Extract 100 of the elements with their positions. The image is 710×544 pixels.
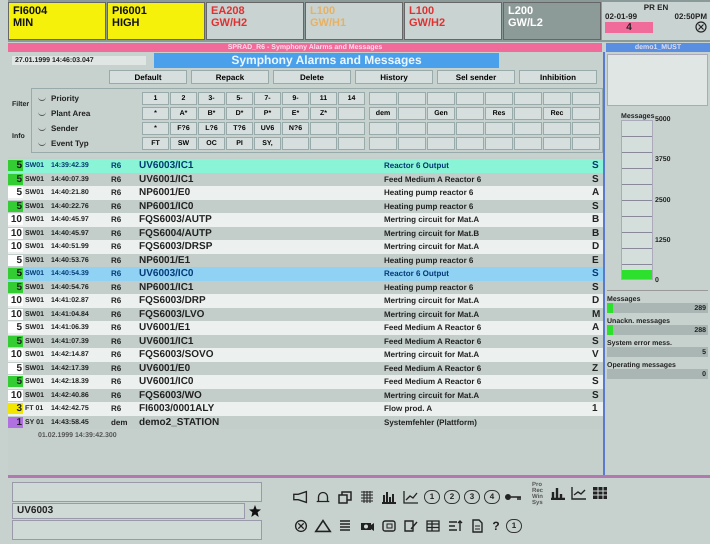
- table-cell-text: 1: [592, 403, 599, 414]
- area-cell-text: R6: [111, 377, 122, 386]
- toolbar-button[interactable]: History: [355, 70, 433, 84]
- tag-cell-text: FQS6003/WO: [139, 390, 203, 401]
- table-cell-text: S: [592, 160, 600, 172]
- area-cell-text: R6: [111, 404, 122, 414]
- table-cell-text: M: [592, 308, 602, 320]
- description-cell-text: Heating pump reactor 6: [384, 282, 474, 292]
- line-chart-icon[interactable]: [402, 490, 420, 504]
- filter-row-label: Event Typ: [51, 138, 90, 148]
- priority-cell: 5: [8, 362, 23, 374]
- tag-cell-text: FI6003/0001ALY: [139, 403, 216, 414]
- edit-icon[interactable]: [402, 518, 420, 532]
- area-cell-text: R6: [111, 256, 122, 265]
- tag-cell-text: UV6001/IC1: [139, 336, 194, 347]
- app-title: Symphony Alarms and Messages: [154, 52, 499, 68]
- description-cell-text: Mertring circuit for Mat.A: [384, 310, 480, 319]
- input-field[interactable]: [12, 520, 262, 540]
- table-cell-text: D: [592, 295, 600, 306]
- area-cell-text: R6: [111, 215, 122, 224]
- area-cell-text: R6: [111, 296, 122, 306]
- description-cell-text: Feed Medium A Reactor 6: [384, 323, 482, 332]
- description-cell-text: Heating pump reactor 6: [384, 256, 474, 265]
- toolbar-button[interactable]: Inhibition: [519, 70, 597, 84]
- star-icon[interactable]: [248, 504, 262, 518]
- description-cell-text: Mertring circuit for Mat.A: [384, 296, 480, 306]
- area-cell-text: R6: [111, 161, 122, 170]
- help-button[interactable]: ?: [490, 518, 502, 532]
- priority-cell: 10: [8, 241, 23, 252]
- table-cell-text: A: [592, 187, 600, 198]
- table-cell-text: S: [592, 376, 600, 388]
- priority-cell: 10: [8, 214, 23, 226]
- priority-cell: 5: [8, 376, 23, 388]
- table-cell-text: B: [592, 228, 600, 239]
- priority-cell: 10: [8, 390, 23, 401]
- horn-icon[interactable]: [292, 490, 310, 504]
- table-cell-text: S: [592, 174, 600, 185]
- priority-cell: 5: [8, 282, 23, 293]
- cancel-icon[interactable]: [292, 518, 310, 532]
- description-cell-text: Reactor 6 Output: [384, 269, 450, 278]
- description-cell-text: Reactor 6 Output: [384, 161, 450, 170]
- table-icon[interactable]: [424, 518, 442, 532]
- area-cell-text: R6: [111, 269, 122, 278]
- description-cell-text: Flow prod. A: [384, 404, 434, 414]
- input-field[interactable]: [12, 482, 262, 502]
- grid-icon[interactable]: [591, 486, 610, 500]
- sort-icon[interactable]: [446, 518, 464, 532]
- number-button[interactable]: 1: [506, 518, 522, 532]
- description-cell-text: Mertring circuit for Mat.A: [384, 390, 480, 400]
- command-field[interactable]: UV6003: [12, 503, 245, 519]
- grid-icon[interactable]: [358, 490, 376, 504]
- warning-triangle-icon[interactable]: [314, 518, 332, 532]
- cancel-icon[interactable]: [695, 21, 707, 33]
- priority-cell: 10: [8, 295, 23, 306]
- windows-icon[interactable]: [336, 490, 354, 504]
- table-cell-text: S: [592, 282, 600, 293]
- tag-cell-text: FQS6003/DRP: [139, 295, 207, 306]
- bar-chart-icon[interactable]: [380, 490, 398, 504]
- language-label: PR EN: [644, 3, 668, 12]
- alarm-tile[interactable]: PI6001 HIGH: [107, 2, 205, 40]
- filter-row-label: Sender: [51, 124, 80, 132]
- description-cell-text: Heating pump reactor 6: [384, 202, 474, 211]
- tag-cell-text: FQS6004/AUTP: [139, 228, 213, 239]
- tag-cell-text: UV6001/E0: [139, 362, 192, 374]
- area-cell-text: R6: [111, 350, 122, 360]
- date-label: 02-01-99: [605, 12, 638, 21]
- toolbar-button[interactable]: Sel sender: [437, 70, 515, 84]
- area-cell-text: R6: [111, 228, 122, 238]
- priority-cell: 5: [8, 174, 23, 185]
- toolbar-button[interactable]: Repack: [191, 70, 269, 84]
- area-cell-text: R6: [111, 390, 122, 400]
- table-cell-text: D: [592, 241, 600, 252]
- bell-icon[interactable]: [314, 490, 332, 504]
- tag-cell-text: UV6001/IC0: [139, 376, 194, 388]
- tag-cell-text: FQS6003/DRSP: [139, 241, 214, 252]
- priority-cell: 10: [8, 349, 23, 360]
- priority-cell: 5: [8, 268, 23, 280]
- toolbar-button[interactable]: Delete: [273, 70, 351, 84]
- tag-cell-text: NP6001/IC0: [139, 200, 194, 212]
- priority-cell: 5: [8, 322, 23, 334]
- description-cell-text: Heating pump reactor 6: [384, 188, 474, 198]
- priority-cell: 5: [8, 254, 23, 266]
- number-button[interactable]: 2: [444, 490, 460, 504]
- bar-chart-icon[interactable]: [549, 486, 568, 500]
- area-cell-text: R6: [111, 336, 122, 346]
- frame-icon[interactable]: [380, 518, 398, 532]
- tag-cell-text: UV6001/IC1: [139, 174, 194, 185]
- number-button[interactable]: 1: [424, 490, 440, 504]
- tag-cell-text: NP6001/E1: [139, 254, 192, 266]
- line-chart-icon[interactable]: [570, 486, 588, 500]
- toolbar-button[interactable]: Default: [109, 70, 187, 84]
- tag-cell-text: UV6003/IC1: [139, 160, 194, 172]
- alarm-tile[interactable]: FI6004 MIN: [8, 2, 106, 40]
- area-cell-text: R6: [111, 174, 122, 184]
- area-cell-text: R6: [111, 242, 122, 252]
- number-button[interactable]: 3: [464, 490, 480, 504]
- table-cell-text: A: [592, 322, 600, 334]
- number-button[interactable]: 4: [484, 490, 500, 504]
- area-cell-text: R6: [111, 310, 122, 319]
- tag-cell-text: FQS6003/SOVO: [139, 349, 214, 360]
